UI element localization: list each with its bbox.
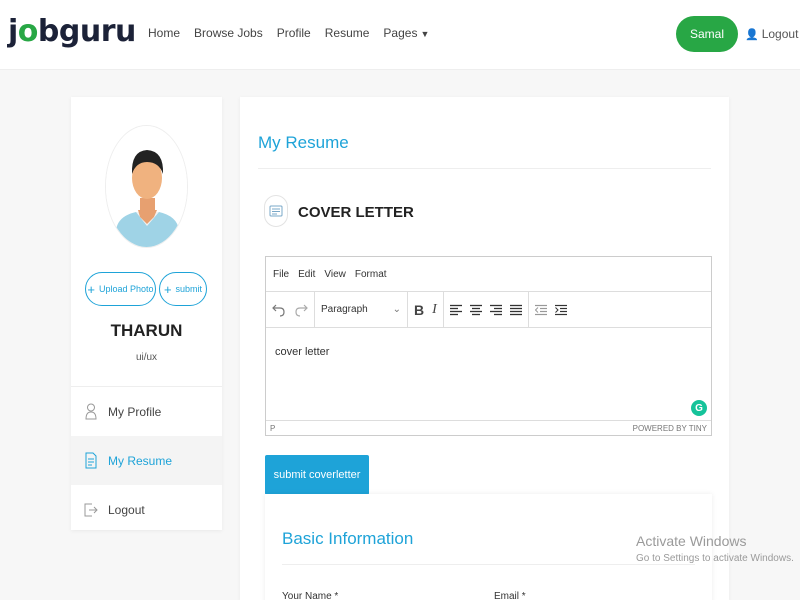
sidebar-item-label: Logout [108, 502, 145, 517]
main-nav: Home Browse Jobs Profile Resume Pages ▼ [148, 26, 429, 40]
your-name-label: Your Name * [282, 591, 339, 600]
indent-group [529, 292, 573, 328]
watermark-subtitle: Go to Settings to activate Windows. [636, 553, 794, 564]
watermark-title: Activate Windows [636, 533, 747, 549]
editor-toolbar: Paragraph ⌄ B I [266, 291, 711, 328]
sidebar-item-my-profile[interactable]: My Profile [71, 387, 222, 436]
sidebar-menu: My Profile My Resume Logout [71, 386, 222, 534]
align-right-icon[interactable] [489, 304, 502, 316]
activate-windows-watermark: Activate Windows Go to Settings to activ… [636, 533, 794, 564]
photo-submit-button[interactable]: + submit [159, 272, 207, 306]
user-icon [84, 403, 98, 421]
photo-submit-label: submit [175, 284, 203, 294]
sidebar-item-my-resume[interactable]: My Resume [71, 436, 222, 485]
editor-content-area[interactable]: cover letter G [266, 328, 711, 420]
sidebar-item-label: My Resume [108, 453, 173, 468]
plus-icon: + [87, 281, 96, 297]
grammarly-icon[interactable]: G [691, 400, 707, 416]
sidebar-item-logout[interactable]: Logout [71, 485, 222, 534]
editor-menubar: File Edit View Format [266, 257, 711, 292]
document-icon [84, 452, 98, 470]
nav-pages[interactable]: Pages ▼ [383, 26, 429, 40]
alignment-group [444, 291, 529, 328]
block-format-select[interactable]: Paragraph ⌄ [321, 304, 401, 315]
rich-text-editor: File Edit View Format Paragraph ⌄ B I co… [265, 256, 712, 436]
upload-photo-label: Upload Photo [99, 284, 154, 294]
header-logout-link[interactable]: 👤 Logout [745, 27, 798, 41]
nav-profile[interactable]: Profile [277, 26, 311, 40]
block-format-group: Paragraph ⌄ [315, 291, 408, 328]
nav-resume[interactable]: Resume [325, 26, 370, 40]
outdent-icon[interactable] [534, 304, 547, 316]
menu-format[interactable]: Format [355, 269, 387, 280]
jobguru-logo[interactable]: jobguru [8, 14, 136, 49]
email-label: Email * [494, 591, 526, 600]
menu-edit[interactable]: Edit [298, 269, 315, 280]
cover-letter-icon [264, 195, 288, 227]
nav-pages-label: Pages [383, 26, 418, 40]
top-navbar: jobguru Home Browse Jobs Profile Resume … [0, 0, 800, 70]
submit-coverletter-button[interactable]: submit coverletter [265, 455, 369, 495]
align-left-icon[interactable] [449, 304, 462, 316]
caret-down-icon: ▼ [420, 29, 430, 39]
profile-sidebar: + Upload Photo + submit THARUN ui/ux My Pr… [71, 97, 222, 530]
align-justify-icon[interactable] [509, 304, 522, 316]
profile-role: ui/ux [135, 352, 158, 363]
avatar [105, 125, 188, 248]
redo-icon[interactable] [294, 303, 308, 317]
resume-panel: My Resume COVER LETTER File Edit View Fo… [240, 97, 729, 600]
page-title: My Resume [258, 133, 349, 152]
element-path: P [270, 423, 276, 433]
user-menu-button[interactable]: Samal [676, 16, 738, 52]
history-group [266, 291, 315, 328]
logout-icon [84, 501, 98, 519]
indent-icon[interactable] [554, 304, 567, 316]
nav-home[interactable]: Home [148, 26, 180, 40]
menu-file[interactable]: File [273, 269, 289, 280]
profile-name: THARUN [110, 321, 183, 340]
basic-information-heading: Basic Information [282, 529, 414, 548]
cover-letter-heading: COVER LETTER [298, 204, 414, 221]
plus-icon: + [163, 281, 172, 297]
text-style-group: B I [408, 291, 444, 328]
editor-statusbar: P POWERED BY TINY [266, 420, 711, 435]
italic-icon[interactable]: I [432, 302, 437, 318]
divider [258, 168, 711, 169]
block-format-value: Paragraph [321, 304, 368, 315]
divider [282, 564, 695, 565]
upload-photo-button[interactable]: + Upload Photo [85, 272, 156, 306]
header-logout-label: Logout [761, 27, 799, 41]
nav-browse-jobs[interactable]: Browse Jobs [194, 26, 263, 40]
undo-icon[interactable] [272, 303, 286, 317]
bold-icon[interactable]: B [414, 302, 424, 318]
align-center-icon[interactable] [469, 304, 482, 316]
editor-text: cover letter [275, 346, 330, 358]
powered-by-tiny[interactable]: POWERED BY TINY [633, 424, 707, 433]
menu-view[interactable]: View [324, 269, 346, 280]
user-icon: 👤 [745, 29, 759, 41]
sidebar-item-label: My Profile [108, 404, 162, 419]
chevron-down-icon: ⌄ [392, 304, 401, 315]
